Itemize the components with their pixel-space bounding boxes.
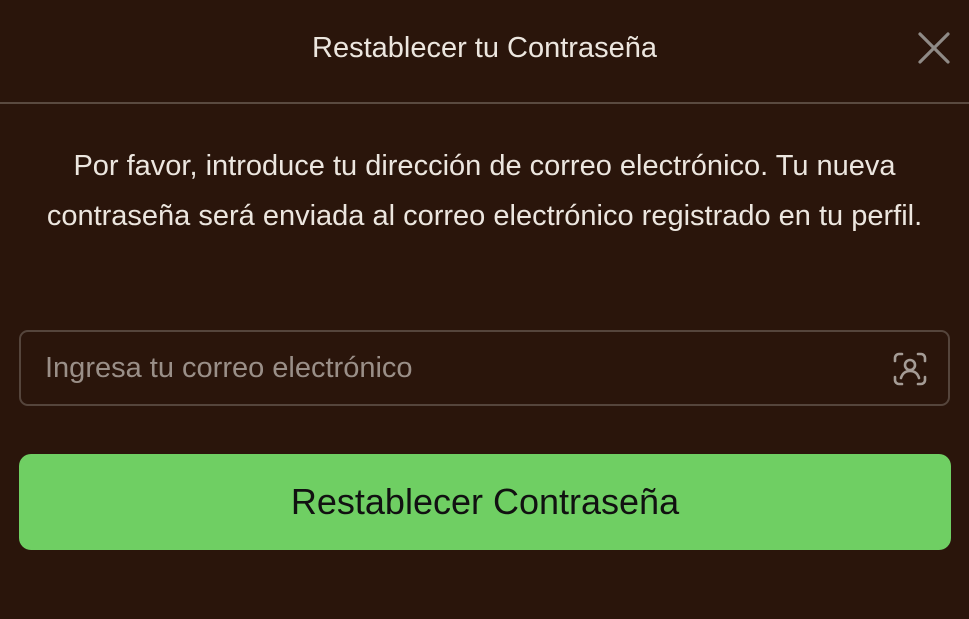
modal-header: Restablecer tu Contraseña [0,0,969,104]
close-button[interactable] [915,29,953,67]
instructions-text: Por favor, introduce tu dirección de cor… [46,150,923,232]
modal-title: Restablecer tu Contraseña [312,32,657,64]
close-icon [918,32,950,64]
email-field-container [19,330,950,406]
reset-password-button[interactable]: Restablecer Contraseña [19,454,951,550]
email-input[interactable] [21,332,948,404]
reset-password-modal: Restablecer tu Contraseña Por favor, int… [0,0,969,619]
modal-body: Por favor, introduce tu dirección de cor… [0,141,969,241]
contact-card-icon[interactable] [891,350,929,388]
